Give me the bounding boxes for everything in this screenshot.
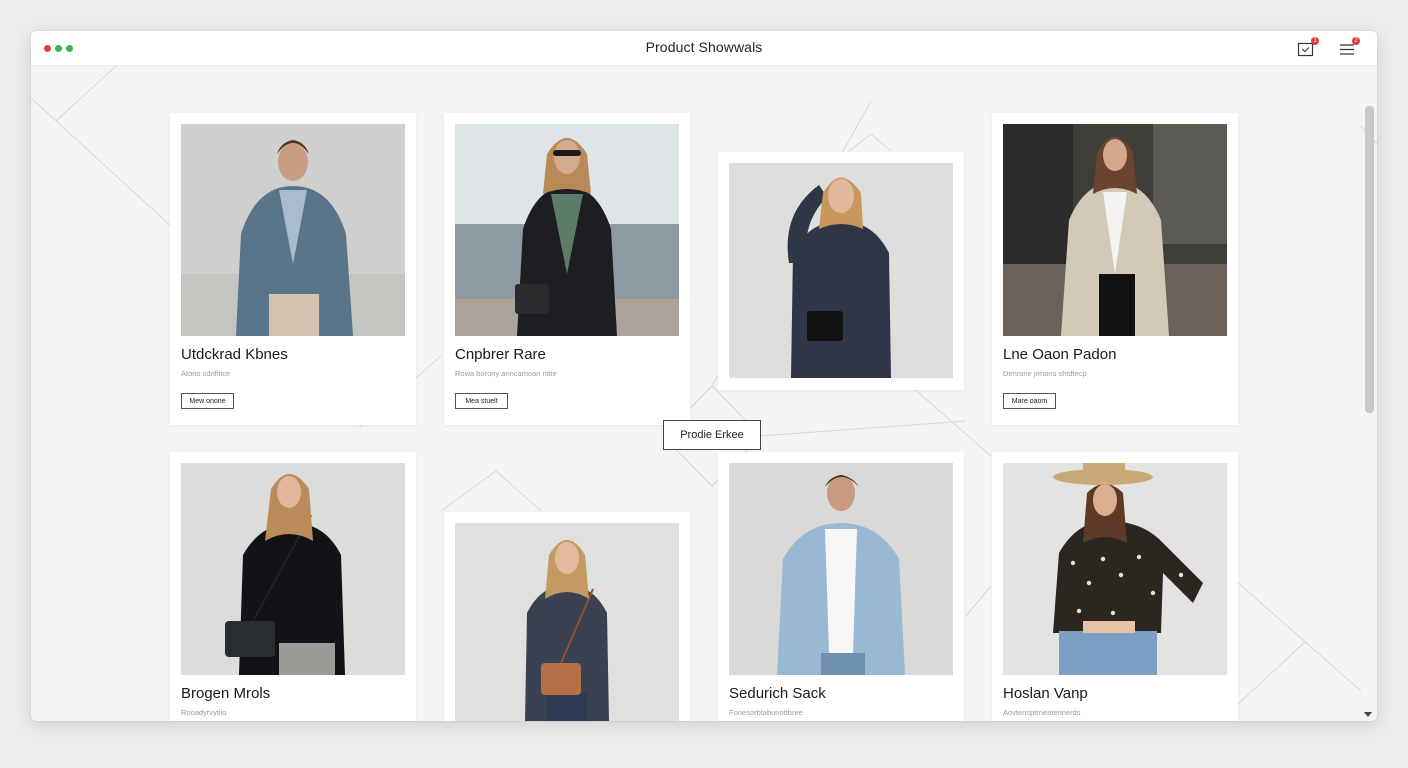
product-name: Cnpbrer Rare [455,346,546,363]
title-bar: Product Showwals 1 2 [31,31,1377,66]
product-description: Atono sdrifitice [181,369,231,378]
product-photo[interactable] [181,124,405,336]
product-photo[interactable] [455,124,679,336]
product-name: Sedurich Sack [729,685,826,702]
product-more-button[interactable]: Mare oaom [1003,393,1056,409]
product-name: Brogen Mrols [181,685,271,702]
product-card[interactable] [718,152,964,390]
product-description: Rooadyrvytiio [181,708,227,717]
product-description: Aovtensptrneatennerds [1003,708,1081,717]
product-card[interactable]: Utdckrad Kbnes Atono sdrifitice Mew onon… [170,113,416,425]
product-photo[interactable] [181,463,405,675]
product-photo[interactable] [455,523,679,721]
product-photo[interactable] [729,463,953,675]
product-name: Utdckrad Kbnes [181,346,288,363]
product-description: Denrone jrmons shtdtecp [1003,369,1087,378]
product-card[interactable]: Cnpbrer Rare Rowa borony anncamoan ritti… [444,113,690,425]
menu-badge: 2 [1352,37,1360,45]
product-explore-button[interactable]: Prodie Erkee [663,420,761,450]
product-photo[interactable] [1003,463,1227,675]
product-name: Hoslan Vanp [1003,685,1088,702]
menu-button[interactable]: 2 [1337,37,1360,59]
notification-badge: 1 [1311,37,1319,45]
app-window: Product Showwals 1 2 Utdckrad Kbnes Aton… [31,31,1377,721]
product-card[interactable]: Sedurich Sack Fonesorbtabunottbree [718,452,964,721]
product-card[interactable]: Hoslan Vanp Aovtensptrneatennerds [992,452,1238,721]
product-photo[interactable] [729,163,953,378]
product-card[interactable]: Brogen Mrols Rooadyrvytiio [170,452,416,721]
window-title: Product Showwals [645,39,763,55]
vertical-scrollbar[interactable] [1365,106,1374,413]
product-photo[interactable] [1003,124,1227,336]
scroll-down-arrow-icon[interactable] [1364,712,1372,717]
product-grid-area: Utdckrad Kbnes Atono sdrifitice Mew onon… [31,66,1377,721]
product-description: Fonesorbtabunottbree [729,708,803,717]
product-more-button[interactable]: Mew onone [181,393,234,409]
product-description: Rowa borony anncamoan rittie [455,369,557,378]
product-card[interactable]: Lne Oaon Padon Denrone jrmons shtdtecp M… [992,113,1238,425]
product-more-button[interactable]: Mea stuelt [455,393,508,409]
notifications-button[interactable]: 1 [1296,37,1319,59]
product-name: Lne Oaon Padon [1003,346,1117,363]
product-card[interactable] [444,512,690,721]
